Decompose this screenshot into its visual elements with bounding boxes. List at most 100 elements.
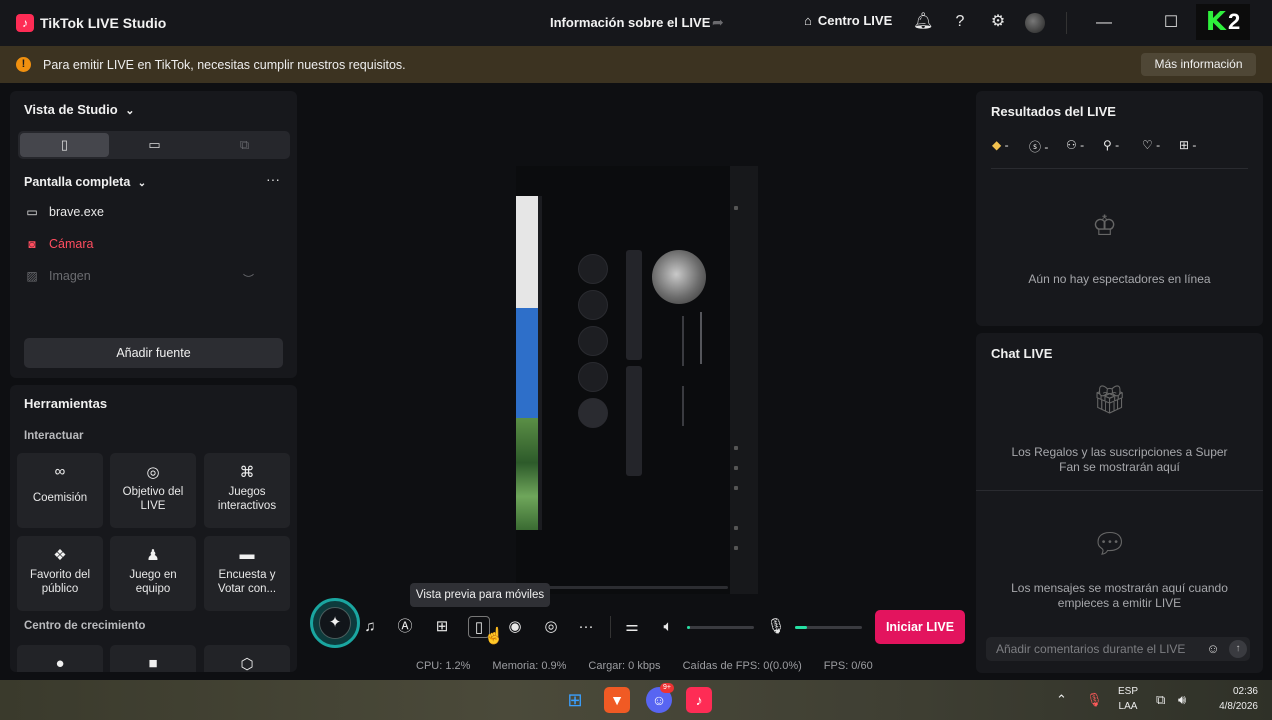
- microphone-icon[interactable]: 🎙︎: [765, 616, 787, 638]
- mic-volume-slider[interactable]: [795, 626, 862, 629]
- volume-icon[interactable]: 🔊︎: [1178, 692, 1186, 708]
- preview-content: [734, 486, 738, 490]
- add-source-button[interactable]: Añadir fuente: [24, 338, 283, 368]
- more-options-icon[interactable]: ···: [266, 171, 280, 187]
- emoji-icon[interactable]: ☺: [1204, 640, 1222, 658]
- earnings-metric: ⓢ -: [1029, 140, 1049, 154]
- music-icon[interactable]: ♫: [359, 616, 381, 638]
- dual-layout-icon[interactable]: ⧉: [200, 133, 289, 157]
- cpu-stat: CPU: 1.2%: [416, 660, 471, 672]
- fps-stat: FPS: 0/60: [823, 660, 873, 672]
- control-bar: ✦ ♫ Ⓐ ⊞ ▯ ◉ ◎ ··· ⚌ 🔈︎ 🎙︎ Iniciar LIVE: [310, 598, 970, 648]
- network-icon[interactable]: ⧉: [1156, 692, 1165, 708]
- preview-content: [734, 206, 738, 210]
- windows-start-icon[interactable]: ⊞: [562, 687, 588, 713]
- preview-content: [734, 546, 738, 550]
- studio-view-dropdown[interactable]: Vista de Studio ⌄: [24, 102, 135, 117]
- link-icon: ∞: [54, 463, 66, 480]
- window-icon: ▭: [26, 205, 38, 219]
- send-icon[interactable]: ↑: [1229, 640, 1247, 658]
- record-icon[interactable]: ◉: [504, 616, 526, 638]
- chat-comment-input[interactable]: Añadir comentarios durante el LIVE ☺ ↑: [986, 637, 1250, 661]
- centro-live-button[interactable]: ⌂ Centro LIVE: [804, 13, 892, 28]
- tool-team-game[interactable]: ♟ Juego en equipo: [110, 536, 196, 611]
- windows-taskbar: ⊞ ▼ ☺ 9+ ♪ ⌃ 🎙︎ ESP LAA ⧉ 🔊︎ 02:36 4/8/2…: [0, 680, 1272, 720]
- tiktok-logo-icon: ♪: [16, 14, 34, 32]
- source-item[interactable]: ▭ brave.exe: [24, 205, 104, 219]
- more-info-button[interactable]: Más información: [1141, 53, 1256, 76]
- effects-icon[interactable]: ⊞: [431, 616, 453, 638]
- chevron-down-icon: ⌄: [137, 178, 147, 189]
- preview-content: [578, 362, 608, 392]
- tool-live-goal[interactable]: ◎ Objetivo del LIVE: [110, 453, 196, 528]
- live-results-title: Resultados del LIVE: [991, 104, 1116, 119]
- hidden-eye-icon[interactable]: ︶: [243, 271, 254, 287]
- system-clock[interactable]: 02:36 4/8/2026: [1202, 684, 1258, 714]
- settings-icon[interactable]: ⚙: [988, 12, 1008, 32]
- tool-poll[interactable]: ▬ Encuesta y Votar con...: [204, 536, 290, 611]
- mouse-cursor-icon: ☝: [484, 628, 504, 645]
- growth-tile[interactable]: ⬡: [204, 645, 290, 672]
- preview-content: [682, 316, 684, 366]
- gifts-metric: ⊞ -: [1179, 138, 1197, 152]
- magic-wand-icon: ✦: [319, 607, 351, 639]
- source-item[interactable]: ▨ Imagen: [24, 269, 90, 283]
- heart-icon: ♡: [1142, 138, 1153, 152]
- preview-content: [626, 250, 642, 360]
- discord-notification-badge: 9+: [660, 683, 674, 693]
- bell-icon[interactable]: 🔔︎: [913, 12, 933, 32]
- camera-settings-icon[interactable]: ◎: [540, 616, 562, 638]
- preview-content: [538, 196, 542, 530]
- minimize-icon[interactable]: —: [1091, 10, 1117, 36]
- magic-tools-button[interactable]: ✦: [310, 598, 360, 648]
- banner-text: Para emitir LIVE en TikTok, necesitas cu…: [43, 58, 406, 72]
- speaker-volume-slider[interactable]: [687, 626, 754, 629]
- scene-dropdown[interactable]: Pantalla completa ⌄: [24, 175, 146, 189]
- preview-content: [626, 366, 642, 476]
- tool-interactive-games[interactable]: ⌘ Juegos interactivos: [204, 453, 290, 528]
- speaker-icon[interactable]: 🔈︎: [657, 616, 679, 638]
- share-icon[interactable]: ➦: [712, 14, 724, 31]
- gifts-empty-text: Los Regalos y las suscripciones a Super …: [1011, 445, 1228, 474]
- tiktok-live-studio-taskbar-icon[interactable]: ♪: [686, 687, 712, 713]
- live-results-panel: Resultados del LIVE ◆ - ⓢ - ⚇ - ⚲ - ♡ - …: [976, 91, 1263, 326]
- target-icon: ◎: [146, 464, 160, 481]
- preview-content: [734, 526, 738, 530]
- landscape-icon[interactable]: ▭: [110, 133, 199, 157]
- mic-level: [795, 626, 808, 629]
- growth-icon: ●: [55, 655, 65, 672]
- help-icon[interactable]: ?: [950, 12, 970, 32]
- growth-tile[interactable]: ■: [110, 645, 196, 672]
- diamonds-metric: ◆ -: [992, 138, 1009, 152]
- preview-content: [516, 418, 538, 530]
- portrait-icon[interactable]: ▯: [20, 133, 109, 157]
- maximize-icon[interactable]: ☐: [1158, 10, 1184, 36]
- memory-stat: Memoria: 0.9%: [492, 660, 567, 672]
- live-preview[interactable]: [516, 166, 758, 594]
- preview-content: [578, 254, 608, 284]
- speaker-level: [687, 626, 691, 629]
- user-avatar[interactable]: [1025, 13, 1045, 33]
- ai-icon[interactable]: Ⓐ: [394, 616, 416, 638]
- start-live-button[interactable]: Iniciar LIVE: [875, 610, 965, 644]
- chat-bubble-icon: 💬︎: [1092, 528, 1128, 559]
- preview-content: [734, 446, 738, 450]
- title-bar: ♪ TikTok LIVE Studio Información sobre e…: [0, 0, 1272, 46]
- chevron-up-icon[interactable]: ⌃: [1056, 692, 1067, 708]
- preview-content: [516, 308, 538, 418]
- tool-audience-favorite[interactable]: ❖ Favorito del público: [17, 536, 103, 611]
- more-icon[interactable]: ···: [575, 616, 597, 638]
- microphone-tray-icon[interactable]: 🎙︎: [1086, 692, 1103, 708]
- preview-content: [526, 586, 728, 589]
- live-info-button[interactable]: Información sobre el LIVE: [550, 15, 710, 30]
- source-item[interactable]: ◙ Cámara: [24, 237, 93, 251]
- empty-viewers-icon: ♔: [1092, 210, 1118, 241]
- upload-stat: Cargar: 0 kbps: [588, 660, 661, 672]
- language-indicator[interactable]: ESP LAA: [1118, 684, 1138, 714]
- growth-tile[interactable]: ●: [17, 645, 103, 672]
- mobile-preview-tooltip: Vista previa para móviles: [410, 583, 550, 607]
- brave-browser-icon[interactable]: ▼: [604, 687, 630, 713]
- mixer-icon[interactable]: ⚌: [621, 616, 643, 638]
- tool-cohost[interactable]: ∞ Coemisión: [17, 453, 103, 528]
- new-followers-metric: ⚲ -: [1103, 138, 1120, 152]
